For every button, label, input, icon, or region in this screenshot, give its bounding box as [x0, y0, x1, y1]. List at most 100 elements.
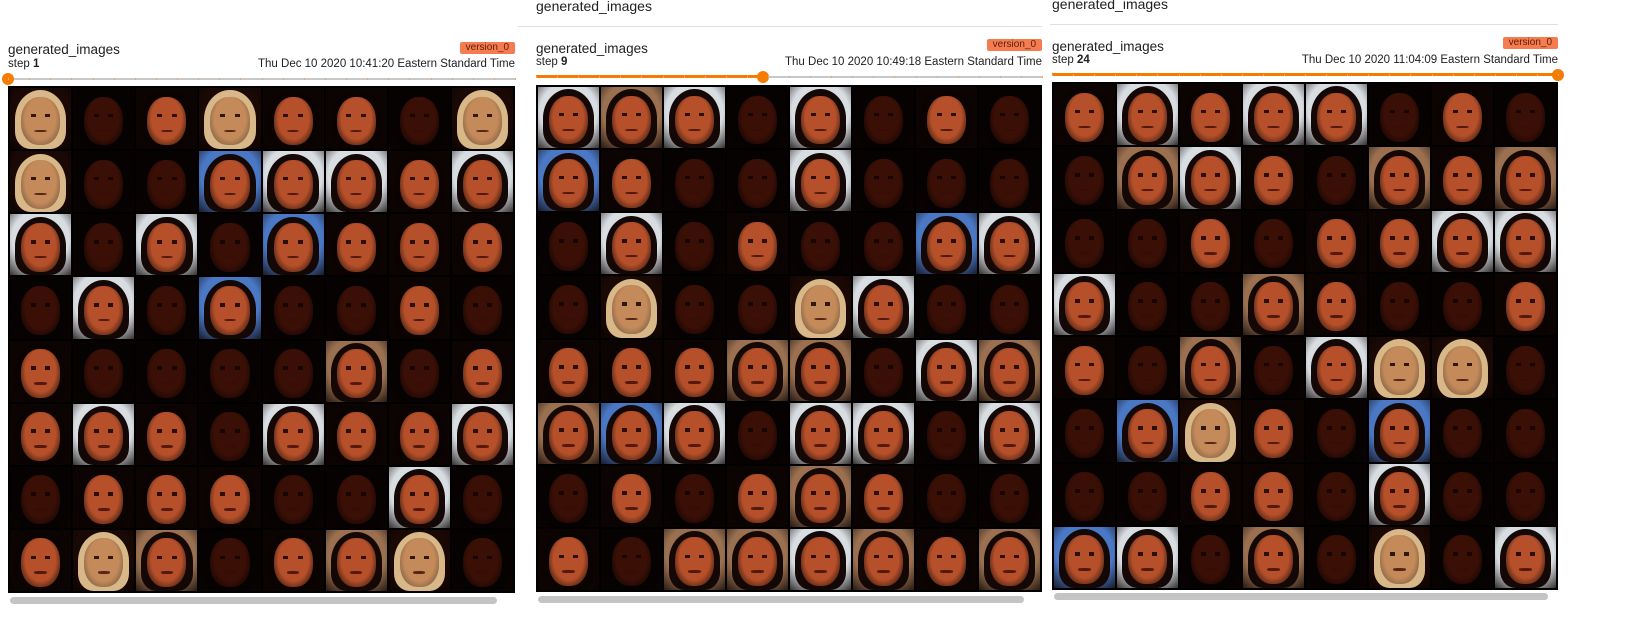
step-slider[interactable] [536, 71, 1043, 83]
step-value: 24 [1076, 54, 1090, 66]
generated-image-tile [790, 276, 851, 338]
generated-image-tile [451, 529, 513, 591]
slider-tick [1326, 74, 1328, 76]
slider-tick [261, 78, 263, 80]
slider-tick [1452, 74, 1454, 76]
horizontal-scrollbar[interactable] [538, 596, 1024, 603]
generated-image-tile [262, 529, 324, 591]
slider-tick [915, 76, 917, 78]
generated-image-tile [1306, 526, 1367, 588]
generated-image-tile [1180, 210, 1241, 272]
generated-image-tile [664, 87, 725, 149]
slider-tick [1262, 74, 1264, 76]
generated-image-tile [1243, 273, 1304, 335]
generated-image-tile [451, 151, 513, 213]
generated-image-tile [979, 339, 1040, 401]
generated-image-tile [451, 88, 513, 150]
generated-image-tile [853, 402, 914, 464]
generated-image-tile [601, 87, 662, 149]
slider-tick [346, 78, 347, 80]
generated-image-tile [73, 529, 135, 591]
generated-image-tile [451, 403, 513, 465]
generated-image-tile [790, 528, 851, 590]
slider-tick [767, 76, 769, 78]
slider-thumb[interactable] [756, 71, 769, 83]
slider-tick [1536, 74, 1538, 76]
generated-image-tile [10, 151, 72, 213]
generated-image-tile [1369, 273, 1430, 335]
generated-image-tile [10, 403, 72, 465]
horizontal-scrollbar[interactable] [10, 597, 497, 604]
timestamp: Thu Dec 10 2020 10:41:20 Eastern Standar… [258, 58, 515, 70]
slider-tick [324, 78, 326, 80]
generated-image-tile [538, 528, 599, 590]
generated-image-tile [325, 529, 387, 591]
generated-image-tile [1180, 526, 1241, 588]
generated-image-tile [1369, 526, 1430, 588]
generated-image-tile [1054, 273, 1115, 335]
generated-image-tile [916, 213, 977, 275]
generated-image-tile [10, 466, 72, 528]
generated-image-tile [979, 87, 1040, 149]
slider-tick [725, 76, 727, 78]
generated-image-tile [1054, 337, 1115, 399]
generated-image-tile [388, 88, 450, 150]
generated-image-tile [601, 339, 662, 401]
generated-images-grid[interactable] [1052, 82, 1558, 590]
generated-image-tile [262, 214, 324, 276]
generated-image-tile [853, 150, 914, 212]
generated-image-tile [853, 87, 914, 149]
step-slider[interactable] [2, 73, 516, 85]
generated-image-tile [979, 528, 1040, 590]
step-slider[interactable] [1052, 69, 1564, 81]
horizontal-scrollbar[interactable] [1054, 593, 1548, 600]
generated-image-tile [1117, 84, 1178, 146]
generated-image-tile [853, 276, 914, 338]
step-label: step [1052, 54, 1074, 66]
slider-tick [1410, 74, 1412, 76]
generated-image-tile [1243, 147, 1304, 209]
divider [518, 26, 1042, 27]
slider-tick [472, 78, 474, 80]
slider-tick [92, 78, 94, 80]
generated-image-tile [1117, 147, 1178, 209]
generated-images-grid[interactable] [536, 85, 1042, 592]
run-badge[interactable]: version_0 [459, 42, 515, 54]
generated-image-tile [262, 340, 324, 402]
generated-image-tile [325, 214, 387, 276]
generated-image-tile [10, 214, 72, 276]
slider-tick [1368, 74, 1370, 76]
generated-image-tile [73, 340, 135, 402]
generated-image-tile [1117, 337, 1178, 399]
timestamp: Thu Dec 10 2020 10:49:18 Eastern Standar… [785, 56, 1042, 68]
generated-image-tile [325, 151, 387, 213]
slider-tick [936, 76, 938, 78]
run-badge[interactable]: version_0 [986, 39, 1042, 51]
run-badge[interactable]: version_0 [1502, 37, 1558, 49]
timestamp: Thu Dec 10 2020 11:04:09 Eastern Standar… [1301, 54, 1558, 66]
slider-tick [578, 76, 580, 78]
generated-image-tile [388, 277, 450, 339]
slider-fill [536, 75, 763, 78]
generated-image-tile [451, 277, 513, 339]
generated-image-tile [136, 403, 198, 465]
generated-image-tile [664, 276, 725, 338]
generated-image-tile [388, 151, 450, 213]
generated-image-tile [1180, 463, 1241, 525]
generated-images-grid[interactable] [8, 86, 515, 593]
slider-tick [409, 78, 411, 80]
slider-tick [746, 76, 748, 78]
generated-image-tile [199, 277, 261, 339]
slider-tick [177, 78, 178, 80]
generated-image-tile [136, 529, 198, 591]
generated-image-tile [1432, 400, 1493, 462]
generated-image-tile [664, 402, 725, 464]
generated-image-tile [1432, 84, 1493, 146]
generated-image-tile [1432, 147, 1493, 209]
generated-image-tile [790, 87, 851, 149]
generated-image-tile [538, 402, 599, 464]
generated-image-tile [1495, 84, 1556, 146]
generated-image-tile [601, 150, 662, 212]
generated-image-tile [1495, 337, 1556, 399]
generated-image-tile [73, 214, 135, 276]
